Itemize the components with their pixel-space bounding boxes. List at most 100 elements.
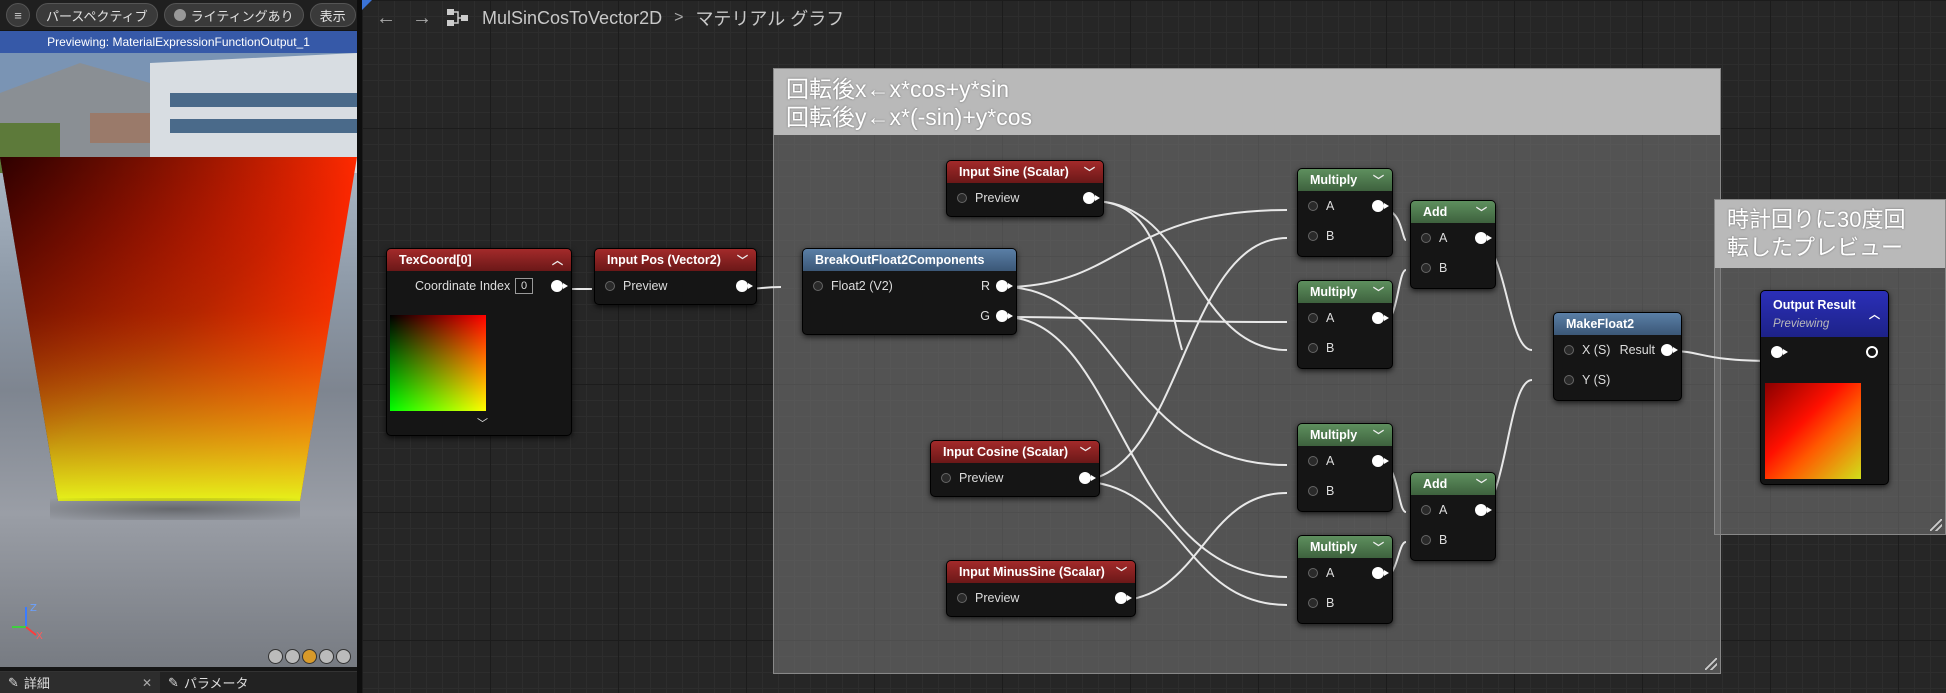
chevron-down-icon[interactable]: ﹀ (1373, 539, 1384, 555)
node-make-float2[interactable]: MakeFloat2 X (S) Result Y (S) (1553, 312, 1682, 401)
chevron-down-icon[interactable]: ﹀ (1373, 172, 1384, 188)
chevron-down-icon[interactable]: ﹀ (1084, 164, 1095, 180)
node-input-sine[interactable]: Input Sine (Scalar) ﹀ Preview (946, 160, 1104, 217)
chevron-up-icon[interactable]: ︿ (552, 252, 563, 268)
coordinate-index-input[interactable]: 0 (515, 278, 533, 294)
node-multiply-4[interactable]: Multiply ﹀ A B (1297, 535, 1393, 624)
preview-banner: Previewing: MaterialExpressionFunctionOu… (0, 31, 357, 53)
plane-preview-icon[interactable] (302, 649, 317, 664)
preview-viewport[interactable]: Z X (0, 53, 357, 667)
close-icon[interactable]: ✕ (142, 676, 152, 690)
lighting-button[interactable]: ライティングあり (163, 3, 304, 27)
output-pin[interactable] (1661, 344, 1678, 356)
chevron-down-icon[interactable]: ﹀ (1476, 204, 1487, 220)
node-texcoord[interactable]: TexCoord[0] ︿ Coordinate Index 0 ﹀ (386, 248, 572, 436)
output-pin-r[interactable] (996, 280, 1013, 292)
output-pin[interactable] (1475, 232, 1492, 244)
pin-label-a: A (1326, 454, 1335, 468)
coordinate-index-label: Coordinate Index (415, 279, 511, 293)
input-pin[interactable] (813, 281, 823, 291)
pin-label: Preview (975, 591, 1020, 605)
preview-row: Preview (947, 183, 1103, 213)
sphere-preview-icon[interactable] (285, 649, 300, 664)
output-pin[interactable] (736, 280, 753, 292)
hamburger-icon[interactable]: ≡ (6, 3, 30, 27)
output-pin[interactable] (1083, 192, 1100, 204)
bottom-tabs: ✎ 詳細 ✕ ✎ パラメータ (0, 671, 357, 693)
node-input-pos[interactable]: Input Pos (Vector2) ﹀ Preview (594, 248, 757, 305)
graph-name[interactable]: マテリアル グラフ (695, 5, 844, 31)
input-pin-a[interactable] (1308, 313, 1318, 323)
pin-a-row: A (1298, 303, 1392, 333)
node-title: Input MinusSine (Scalar) (959, 565, 1105, 579)
output-pin-g[interactable] (996, 310, 1013, 322)
node-output-result[interactable]: Output Result Previewing ︿ (1760, 290, 1889, 485)
input-pin-a[interactable] (1421, 505, 1431, 515)
input-pin-b[interactable] (1308, 486, 1318, 496)
chevron-down-icon[interactable]: ﹀ (477, 415, 488, 431)
input-pin-y[interactable] (1564, 375, 1574, 385)
teapot-preview-icon[interactable] (336, 649, 351, 664)
output-pin[interactable] (1115, 592, 1132, 604)
node-header: Output Result Previewing ︿ (1761, 291, 1888, 337)
preview-row: Preview (931, 463, 1099, 493)
output-pin[interactable] (1079, 472, 1096, 484)
output-pin[interactable] (1372, 567, 1389, 579)
asset-name[interactable]: MulSinCosToVector2D (482, 8, 662, 29)
input-pin-x[interactable] (1564, 345, 1574, 355)
node-title: Add (1423, 477, 1448, 491)
input-pin-a[interactable] (1421, 233, 1431, 243)
node-add-2[interactable]: Add ﹀ A B (1410, 472, 1496, 561)
input-pin-b[interactable] (1421, 263, 1431, 273)
node-multiply-3[interactable]: Multiply ﹀ A B (1297, 423, 1393, 512)
input-pin[interactable] (957, 593, 967, 603)
node-multiply-2[interactable]: Multiply ﹀ A B (1297, 280, 1393, 369)
chevron-down-icon[interactable]: ﹀ (1116, 564, 1127, 580)
pin-a-row: A (1411, 495, 1495, 525)
output-pin[interactable] (1372, 455, 1389, 467)
input-pin-a[interactable] (1308, 201, 1318, 211)
input-pin-a[interactable] (1308, 456, 1318, 466)
input-pin-b[interactable] (1421, 535, 1431, 545)
output-pin-hollow[interactable] (1866, 346, 1878, 358)
input-pin-a[interactable] (1308, 568, 1318, 578)
chevron-down-icon[interactable]: ﹀ (1476, 476, 1487, 492)
output-pin[interactable] (1372, 200, 1389, 212)
output-pin[interactable] (1475, 504, 1492, 516)
chevron-down-icon[interactable]: ﹀ (737, 252, 748, 268)
pin-b-row: B (1298, 476, 1392, 506)
chevron-down-icon[interactable]: ﹀ (1373, 284, 1384, 300)
chevron-down-icon[interactable]: ﹀ (1080, 444, 1091, 460)
back-arrow-icon[interactable]: ← (374, 7, 398, 30)
cube-preview-icon[interactable] (319, 649, 334, 664)
tab-parameters[interactable]: ✎ パラメータ (160, 672, 257, 693)
input-pin[interactable] (1771, 346, 1788, 358)
material-graph-canvas[interactable]: ← → MulSinCosToVector2D > マテリアル グラフ 回転後x… (362, 0, 1946, 693)
chevron-down-icon[interactable]: ﹀ (1373, 427, 1384, 443)
output-pin[interactable] (551, 280, 568, 292)
viewport-toolbar: ≡ パースペクティブ ライティングあり 表示 (0, 0, 357, 30)
pin-x-row: X (S) Result (1554, 335, 1681, 365)
resize-grip[interactable] (1705, 658, 1717, 670)
node-header: Add ﹀ (1411, 473, 1495, 495)
node-input-cosine[interactable]: Input Cosine (Scalar) ﹀ Preview (930, 440, 1100, 497)
input-pin-b[interactable] (1308, 231, 1318, 241)
show-button[interactable]: 表示 (309, 3, 356, 27)
resize-grip[interactable] (1930, 519, 1942, 531)
node-title: Multiply (1310, 285, 1358, 299)
node-multiply-1[interactable]: Multiply ﹀ A B (1297, 168, 1393, 257)
input-pin[interactable] (941, 473, 951, 483)
node-input-minus-sine[interactable]: Input MinusSine (Scalar) ﹀ Preview (946, 560, 1136, 617)
forward-arrow-icon[interactable]: → (410, 7, 434, 30)
input-pin[interactable] (605, 281, 615, 291)
input-pin-b[interactable] (1308, 598, 1318, 608)
perspective-button[interactable]: パースペクティブ (36, 3, 158, 27)
input-pin[interactable] (957, 193, 967, 203)
node-add-1[interactable]: Add ﹀ A B (1410, 200, 1496, 289)
node-breakout-float2[interactable]: BreakOutFloat2Components Float2 (V2) R G (802, 248, 1017, 335)
chevron-up-icon[interactable]: ︿ (1869, 306, 1880, 322)
output-pin[interactable] (1372, 312, 1389, 324)
input-pin-b[interactable] (1308, 343, 1318, 353)
cylinder-preview-icon[interactable] (268, 649, 283, 664)
tab-details[interactable]: ✎ 詳細 ✕ (0, 671, 160, 693)
